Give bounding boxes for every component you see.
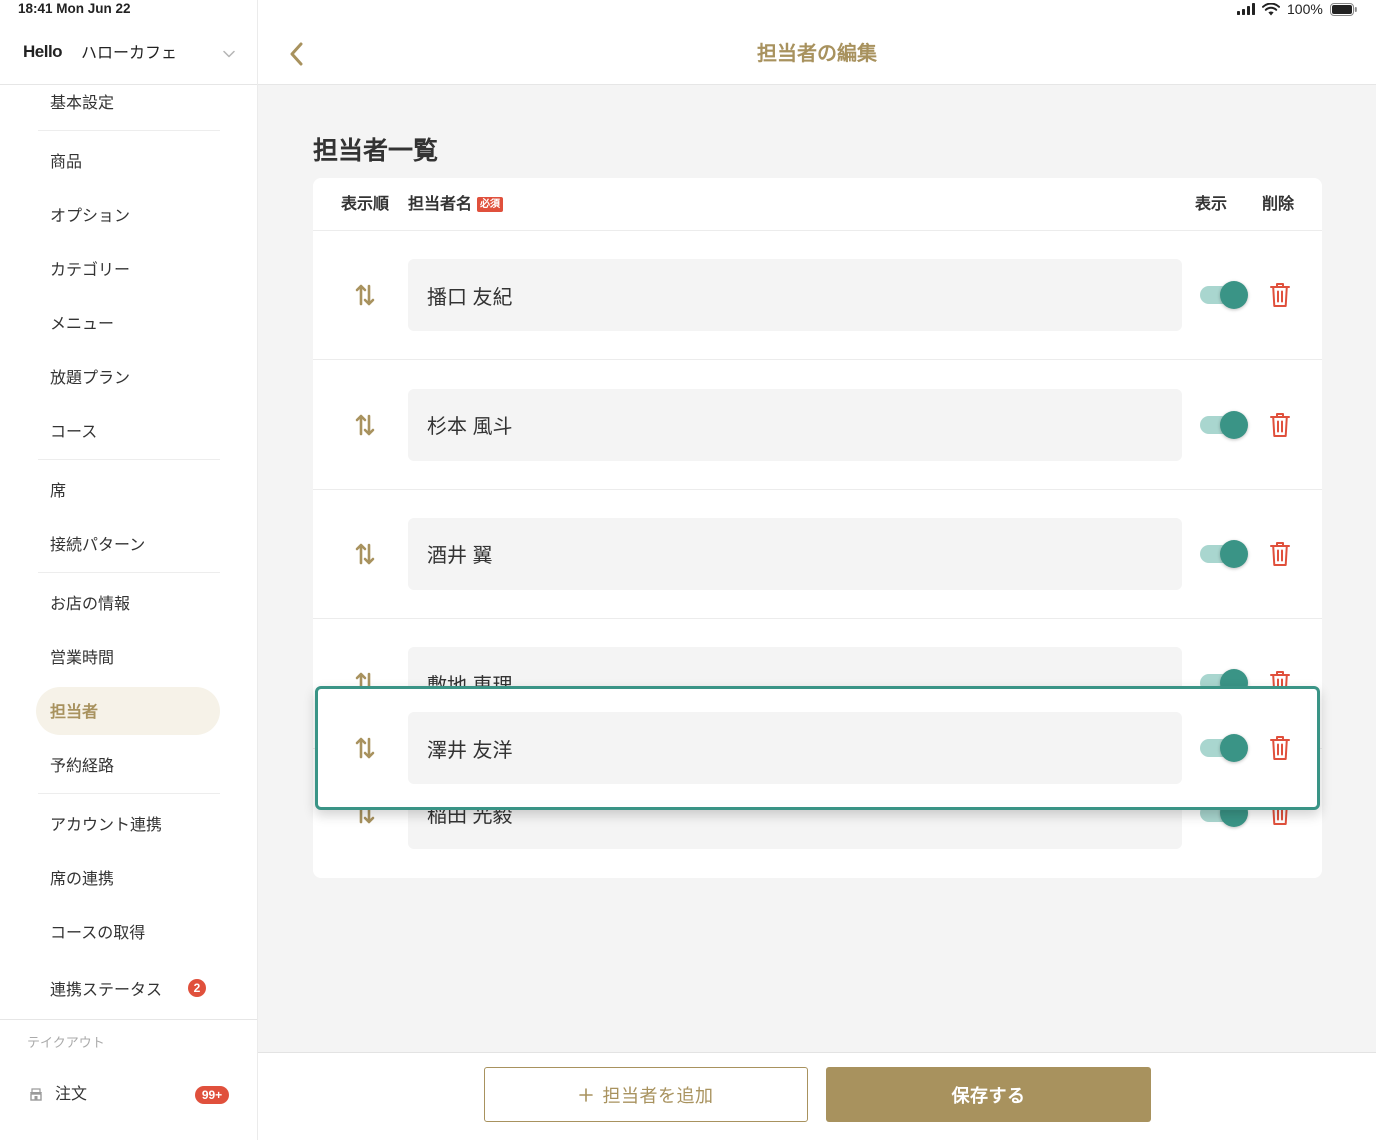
status-indicators: 100% — [1237, 2, 1357, 16]
table-row — [313, 360, 1322, 490]
sidebar-item-label: オプション — [50, 208, 131, 225]
sidebar-item-store-info[interactable]: お店の情報 — [0, 575, 257, 629]
main-pane: 担当者の編集 担当者一覧 表示順 担当者名 必須 表示 削除 播口 友紀 杉本 … — [258, 0, 1376, 1140]
sidebar-item-basic-settings[interactable]: 基本設定 — [0, 85, 257, 128]
column-header-name: 担当者名 必須 — [408, 178, 504, 231]
sidebar-item-label: 放題プラン — [50, 370, 131, 387]
trash-icon — [1270, 541, 1290, 566]
sidebar-item-products[interactable]: 商品 — [0, 133, 257, 187]
toggle-knob — [1220, 539, 1248, 568]
reorder-handle-icon[interactable] — [355, 283, 375, 307]
sidebar-item-label: メニュー — [50, 316, 115, 333]
staff-name-input[interactable] — [408, 259, 1182, 332]
status-bar: 18:41 Mon Jun 22 100% — [0, 0, 1376, 18]
table-row — [313, 490, 1322, 620]
visibility-toggle[interactable] — [1200, 734, 1248, 762]
column-header-delete: 削除 — [1262, 196, 1295, 213]
sidebar-item-staff[interactable]: 担当者 — [0, 683, 257, 737]
sidebar: Hello ハローカフェ 基本設定 商品 オプション カテゴリー メニュー 放題… — [0, 0, 258, 1140]
sidebar-item-label: 商品 — [50, 154, 83, 171]
column-header-visible: 表示 — [1195, 196, 1228, 213]
table-row — [313, 231, 1322, 361]
sidebar-item-unlimited-plans[interactable]: 放題プラン — [0, 349, 257, 403]
sidebar-item-label: アカウント連携 — [50, 817, 163, 834]
sidebar-item-label: 営業時間 — [50, 650, 115, 667]
battery-percentage: 100% — [1287, 1, 1323, 17]
sidebar-item-connection-patterns[interactable]: 接続パターン — [0, 516, 257, 570]
staff-name-input[interactable] — [408, 517, 1182, 590]
takeout-section: テイクアウト 注文 99+ — [0, 1019, 257, 1140]
wifi-icon — [1262, 2, 1280, 15]
trash-icon — [1270, 736, 1290, 760]
sidebar-item-menus[interactable]: メニュー — [0, 295, 257, 349]
sidebar-item-integration-status[interactable]: 連携ステータス 2 — [0, 958, 257, 1018]
sidebar-item-label: 接続パターン — [50, 537, 146, 554]
sidebar-item-label: 席の連携 — [50, 871, 115, 888]
visibility-toggle[interactable] — [1200, 281, 1248, 310]
page-title: 担当者の編集 — [757, 43, 877, 65]
sidebar-item-seat-integration[interactable]: 席の連携 — [0, 850, 257, 904]
toggle-knob — [1220, 410, 1248, 439]
staff-name-input[interactable] — [408, 712, 1182, 784]
sidebar-item-label: 基本設定 — [50, 95, 115, 112]
sidebar-item-business-hours[interactable]: 営業時間 — [0, 629, 257, 683]
sidebar-item-reservation-channels[interactable]: 予約経路 — [0, 737, 257, 791]
staff-list-card: 表示順 担当者名 必須 表示 削除 — [313, 178, 1322, 878]
toggle-knob — [1220, 281, 1248, 310]
delete-button[interactable] — [1269, 735, 1291, 761]
visibility-toggle[interactable] — [1200, 410, 1248, 439]
table-header: 表示順 担当者名 必須 表示 削除 — [313, 178, 1322, 231]
visibility-toggle[interactable] — [1200, 539, 1248, 568]
battery-icon — [1329, 2, 1357, 16]
column-header-name-label: 担当者名 — [408, 196, 473, 213]
sidebar-item-label: コース — [50, 424, 98, 441]
required-badge: 必須 — [477, 197, 504, 212]
sidebar-item-seats[interactable]: 席 — [0, 462, 257, 516]
notification-badge: 2 — [188, 979, 206, 997]
sidebar-item-course-import[interactable]: コースの取得 — [0, 904, 257, 958]
action-bar: 担当者を追加 保存する — [258, 1052, 1376, 1140]
store-name: ハローカフェ — [81, 45, 178, 62]
notification-badge: 99+ — [195, 1086, 229, 1104]
add-staff-button-label: 担当者を追加 — [602, 1085, 714, 1106]
status-time: 18:41 Mon Jun 22 — [18, 1, 131, 16]
delete-button[interactable] — [1269, 541, 1291, 567]
sidebar-item-label: 席 — [50, 483, 67, 500]
reorder-handle-icon[interactable] — [355, 542, 375, 566]
save-button[interactable]: 保存する — [826, 1067, 1151, 1122]
hello-logo: Hello — [23, 42, 63, 61]
sidebar-item-label: 担当者 — [50, 704, 99, 721]
reorder-handle-icon[interactable] — [355, 736, 375, 760]
add-staff-button[interactable]: 担当者を追加 — [484, 1067, 808, 1122]
reorder-handle-icon[interactable] — [355, 413, 375, 437]
sidebar-item-label: 連携ステータス — [50, 982, 163, 999]
trash-icon — [1270, 283, 1290, 308]
sidebar-item-account-integration[interactable]: アカウント連携 — [0, 796, 257, 850]
delete-button[interactable] — [1269, 282, 1291, 308]
staff-name-input[interactable] — [408, 388, 1182, 461]
section-title: 担当者一覧 — [313, 137, 439, 165]
sidebar-item-label: カテゴリー — [50, 262, 131, 279]
plus-icon — [578, 1087, 593, 1102]
dragging-row-content — [313, 686, 1322, 810]
sidebar-item-label: コースの取得 — [50, 925, 146, 942]
shop-icon — [30, 1088, 42, 1101]
sidebar-item-label: お店の情報 — [50, 596, 131, 613]
sidebar-item-orders[interactable]: 注文 99+ — [0, 1075, 257, 1115]
sidebar-item-options[interactable]: オプション — [0, 187, 257, 241]
sidebar-item-categories[interactable]: カテゴリー — [0, 241, 257, 295]
dragging-row[interactable] — [315, 686, 1320, 810]
chevron-down-icon — [223, 50, 235, 58]
sidebar-item-courses[interactable]: コース — [0, 403, 257, 457]
delete-button[interactable] — [1269, 412, 1291, 438]
toggle-knob — [1220, 734, 1248, 762]
settings-nav-list: 基本設定 商品 オプション カテゴリー メニュー 放題プラン コース 席 接続パ… — [0, 85, 257, 1018]
cellular-signal-icon — [1237, 3, 1255, 15]
trash-icon — [1270, 412, 1290, 437]
takeout-section-label: テイクアウト — [27, 1035, 105, 1050]
settings-nav[interactable]: 基本設定 商品 オプション カテゴリー メニュー 放題プラン コース 席 接続パ… — [0, 85, 257, 1019]
column-header-order: 表示順 — [341, 196, 390, 213]
sidebar-item-label: 注文 — [55, 1086, 88, 1103]
sidebar-item-label: 予約経路 — [50, 758, 115, 775]
